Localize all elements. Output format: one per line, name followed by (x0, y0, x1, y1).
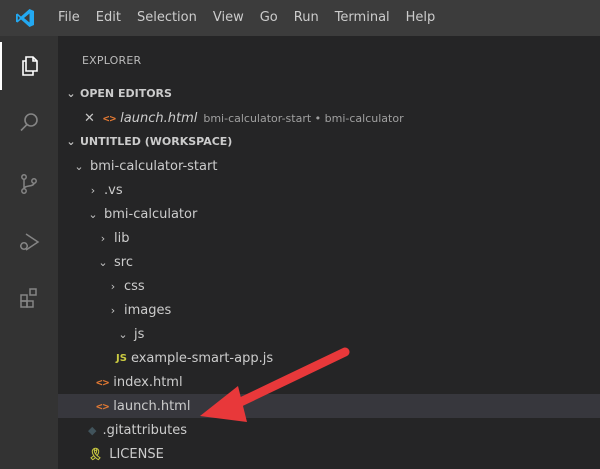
tree-file-launch-html[interactable]: <> launch.html (58, 394, 600, 418)
title-bar: File Edit Selection View Go Run Terminal… (0, 0, 600, 36)
tree-folder-images[interactable]: › images (58, 298, 600, 322)
open-editor-path: bmi-calculator-start • bmi-calculator (203, 111, 404, 125)
activity-bar (0, 36, 58, 469)
chevron-down-icon: ⌄ (98, 255, 108, 269)
html-file-icon: <> (102, 111, 117, 125)
chevron-right-icon: › (90, 183, 96, 197)
close-icon[interactable]: ✕ (84, 111, 95, 126)
tree-folder-js[interactable]: ⌄ js (58, 322, 600, 346)
html-file-icon: <> (96, 375, 110, 389)
open-editor-filename: launch.html (120, 110, 198, 126)
tree-folder-css[interactable]: › css (58, 274, 600, 298)
extensions-icon[interactable] (0, 274, 58, 322)
explorer-sidebar: EXPLORER ⌄ OPEN EDITORS ✕ <> launch.html… (58, 36, 600, 469)
menu-help[interactable]: Help (398, 0, 444, 36)
html-file-icon: <> (96, 399, 110, 413)
menu-run[interactable]: Run (286, 0, 327, 36)
chevron-down-icon: ⌄ (118, 327, 128, 341)
open-editor-item[interactable]: ✕ <> launch.html bmi-calculator-start • … (58, 106, 600, 130)
explorer-title: EXPLORER (82, 54, 142, 67)
git-file-icon: ◆ (88, 423, 97, 437)
tree-file-index-html[interactable]: <> index.html (58, 370, 600, 394)
tree-folder-bmi-calculator-start[interactable]: ⌄ bmi-calculator-start (58, 154, 600, 178)
tree-folder-src[interactable]: ⌄ src (58, 250, 600, 274)
tree-folder-bmi-calculator[interactable]: ⌄ bmi-calculator (58, 202, 600, 226)
chevron-down-icon: ⌄ (66, 134, 76, 148)
tree-folder-lib[interactable]: › lib (58, 226, 600, 250)
source-control-icon[interactable] (0, 160, 58, 208)
vscode-logo-icon (0, 0, 50, 36)
license-file-icon: 🎗 (88, 447, 104, 461)
menu-view[interactable]: View (205, 0, 252, 36)
search-icon[interactable] (0, 98, 58, 146)
tree-file-gitattributes[interactable]: ◆ .gitattributes (58, 418, 600, 442)
files-icon[interactable] (0, 42, 58, 90)
chevron-down-icon: ⌄ (88, 207, 98, 221)
chevron-down-icon: ⌄ (66, 86, 76, 100)
tree-file-license[interactable]: 🎗 LICENSE (58, 442, 600, 466)
chevron-right-icon: › (100, 231, 106, 245)
chevron-right-icon: › (110, 303, 116, 317)
tree-file-example-smart-app-js[interactable]: JS example-smart-app.js (58, 346, 600, 370)
run-debug-icon[interactable] (0, 218, 58, 266)
menu-file[interactable]: File (50, 0, 88, 36)
menu-edit[interactable]: Edit (88, 0, 129, 36)
menu-terminal[interactable]: Terminal (327, 0, 398, 36)
workspace-header[interactable]: ⌄ UNTITLED (WORKSPACE) (58, 130, 600, 152)
tree-folder-vs[interactable]: › .vs (58, 178, 600, 202)
chevron-down-icon: ⌄ (74, 159, 84, 173)
javascript-file-icon: JS (116, 352, 127, 364)
open-editors-header[interactable]: ⌄ OPEN EDITORS (58, 82, 600, 104)
menu-selection[interactable]: Selection (129, 0, 205, 36)
chevron-right-icon: › (110, 279, 116, 293)
menu-go[interactable]: Go (252, 0, 286, 36)
